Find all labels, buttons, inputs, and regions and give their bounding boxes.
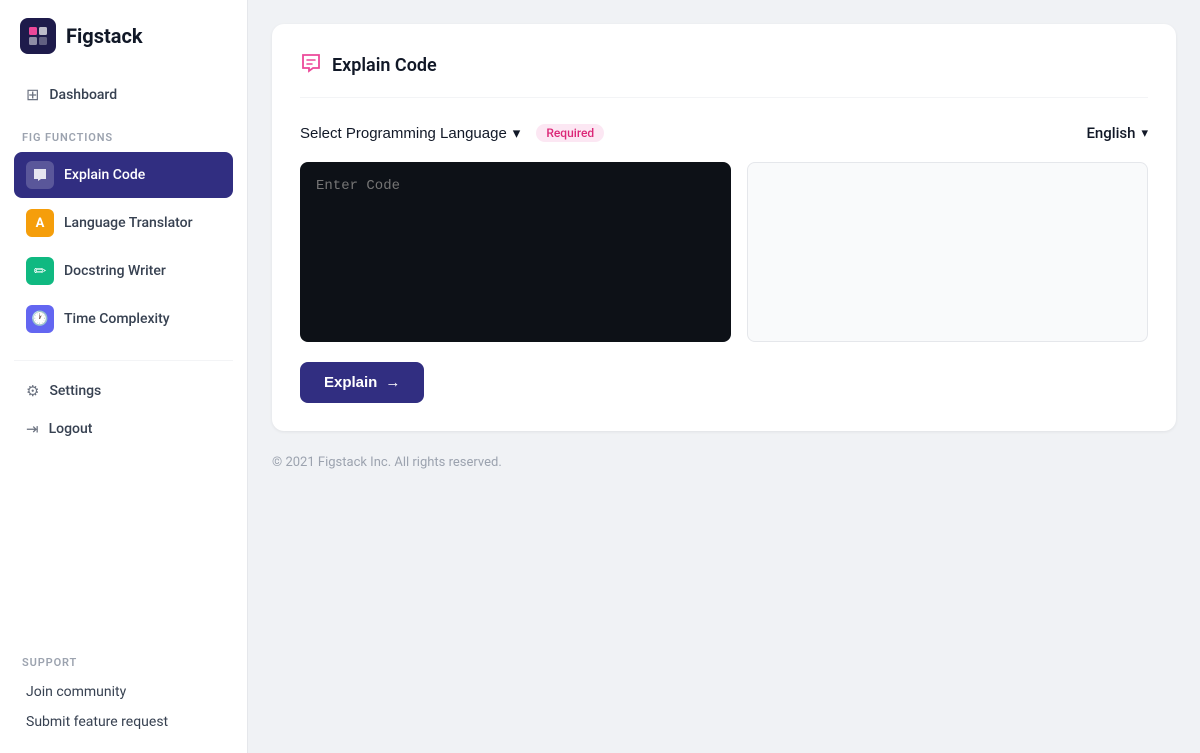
sidebar-item-language-translator[interactable]: A Language Translator [14,200,233,246]
select-language-dropdown[interactable]: Select Programming Language ▾ [300,120,520,146]
dashboard-icon: ⊞ [26,85,39,104]
sidebar-item-docstring-writer-label: Docstring Writer [64,263,166,279]
sidebar-item-dashboard[interactable]: ⊞ Dashboard [14,76,233,113]
code-input[interactable] [300,162,731,342]
language-translator-icon: A [26,209,54,237]
english-selector[interactable]: English ▾ [1086,124,1148,142]
fig-functions-section: FIG FUNCTIONS Explain Code A Language Tr… [0,115,247,352]
explain-button-label: Explain [324,374,377,391]
sidebar-item-settings[interactable]: ⚙ Settings [14,373,233,409]
select-language-label: Select Programming Language [300,125,507,142]
submit-feature-link[interactable]: Submit feature request [14,707,233,737]
logo-area: Figstack [0,0,247,72]
sidebar-item-time-complexity-label: Time Complexity [64,311,170,327]
card-header-icon [300,52,322,79]
sidebar-item-language-translator-label: Language Translator [64,215,193,231]
sidebar-item-time-complexity[interactable]: 🕐 Time Complexity [14,296,233,342]
explain-button[interactable]: Explain → [300,362,424,403]
controls-row: Select Programming Language ▾ Required E… [300,120,1148,146]
sidebar-item-docstring-writer[interactable]: ✏ Docstring Writer [14,248,233,294]
explain-code-card: Explain Code Select Programming Language… [272,24,1176,431]
editor-area [300,162,1148,342]
docstring-writer-icon: ✏ [26,257,54,285]
sidebar-divider [14,360,233,361]
join-community-link[interactable]: Join community [14,677,233,707]
support-label: SUPPORT [14,656,233,669]
sidebar-item-explain-code-label: Explain Code [64,167,145,183]
sidebar-support: SUPPORT Join community Submit feature re… [0,640,247,753]
logout-label: Logout [49,421,93,437]
logo-text: Figstack [66,24,143,48]
footer-text: © 2021 Figstack Inc. All rights reserved… [272,455,502,470]
figstack-logo-icon [20,18,56,54]
card-title: Explain Code [332,55,437,76]
fig-functions-label: FIG FUNCTIONS [14,131,233,144]
english-chevron: ▾ [1141,126,1148,141]
required-badge: Required [536,124,604,142]
sidebar-item-logout[interactable]: ⇥ Logout [14,411,233,447]
settings-label: Settings [49,383,101,399]
sidebar: Figstack ⊞ Dashboard FIG FUNCTIONS Expla… [0,0,248,753]
english-label: English [1086,124,1135,142]
explain-button-arrow: → [385,374,400,391]
explain-code-icon [26,161,54,189]
card-header: Explain Code [300,52,1148,98]
sidebar-item-explain-code[interactable]: Explain Code [14,152,233,198]
output-area [747,162,1148,342]
time-complexity-icon: 🕐 [26,305,54,333]
settings-icon: ⚙ [26,382,39,400]
main-content: Explain Code Select Programming Language… [248,0,1200,753]
footer: © 2021 Figstack Inc. All rights reserved… [272,455,1176,470]
dashboard-label: Dashboard [49,87,117,103]
select-language-chevron: ▾ [513,124,521,142]
logout-icon: ⇥ [26,420,39,438]
